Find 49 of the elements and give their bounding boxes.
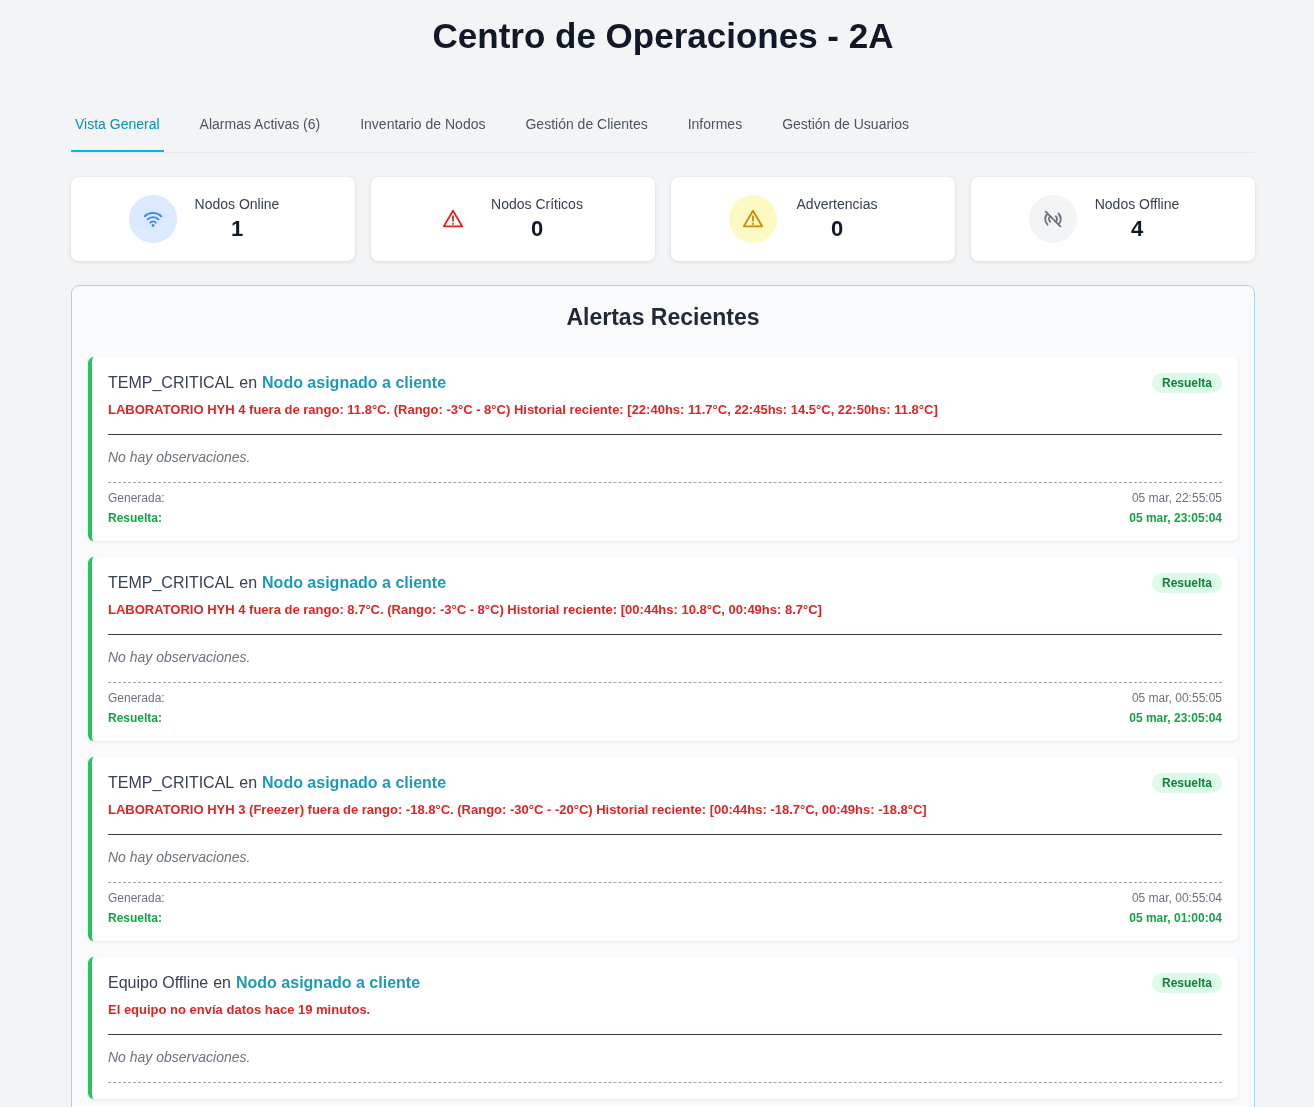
observations-text: No hay observaciones. [108,449,252,465]
alert-type: TEMP_CRITICAL [108,574,235,592]
stat-value: 1 [230,216,244,242]
alert-connector: en [239,374,258,392]
alert-connector: en [239,774,258,792]
alert-type: TEMP_CRITICAL [108,774,235,792]
stat-value: 0 [830,216,844,242]
alert-type: TEMP_CRITICAL [108,374,235,392]
alert-connector: en [239,574,258,592]
resolved-label: Resuelta: [108,911,163,925]
alert-message: El equipo no envía datos hace 19 minutos. [108,1002,372,1017]
stat-value: 0 [530,216,544,242]
alert-message: LABORATORIO HYH 3 (Freezer) fuera de rango: -18.8°C. (Rango: -30°C - -20°C) Historial reciente: [00:44hs: -18.7°C, 00:49hs: -18.8°C] [108,802,928,817]
alert-connector: en [213,974,231,992]
signal-off-icon [1029,195,1077,243]
resolved-time: 05 mar, 23:05:04 [1129,711,1222,725]
resolved-time: 05 mar, 01:00:04 [1129,911,1222,925]
status-badge: Resuelta [1151,973,1222,993]
panel-title: Alertas Recientes [565,304,761,331]
observations-text: No hay observaciones. [108,849,252,865]
wifi-icon [129,195,177,243]
resolved-time: 05 mar, 23:05:04 [1129,511,1222,525]
generated-label: Generada: [108,691,165,705]
alert-message: LABORATORIO HYH 4 fuera de rango: 11.8°C. (Rango: -3°C - 8°C) Historial reciente: [22:40hs: 11.7°C, 22:45hs: 14.5°C, 22:50hs: 11.8°C] [108,402,939,417]
generated-label: Generada: [108,491,165,505]
alert-type: Equipo Offline [108,974,209,992]
nav-tab[interactable]: Gestión de Clientes [521,108,652,152]
generated-time: 05 mar, 22:55:05 [1131,491,1222,505]
generated-time: 05 mar, 00:55:05 [1131,691,1222,705]
nav-tab[interactable]: Alarmas Activas (6) [195,108,325,152]
generated-time: 05 mar, 00:55:04 [1131,891,1222,905]
nav-tab[interactable]: Informes [683,108,747,152]
stat-label: Nodos Online [194,196,280,212]
resolved-label: Resuelta: [108,711,163,725]
status-badge: Resuelta [1151,373,1222,393]
nav-tab[interactable]: Inventario de Nodos [356,108,490,152]
page-title: Centro de Operaciones - 2A [431,16,895,57]
alert-message: LABORATORIO HYH 4 fuera de rango: 8.7°C. (Rango: -3°C - 8°C) Historial reciente: [00:44hs: 10.8°C, 00:49hs: 8.7°C] [108,602,823,617]
stat-label: Advertencias [796,196,878,212]
generated-label: Generada: [108,891,165,905]
stat-label: Nodos Críticos [491,196,583,212]
resolved-label: Resuelta: [108,511,163,525]
status-badge: Resuelta [1151,573,1222,593]
stat-label: Nodos Offline [1094,196,1180,212]
nav-tab[interactable]: Gestión de Usuarios [778,108,913,152]
observations-text: No hay observaciones. [108,1049,252,1065]
observations-text: No hay observaciones. [108,649,252,665]
status-badge: Resuelta [1151,773,1222,793]
stat-value: 4 [1130,216,1144,242]
